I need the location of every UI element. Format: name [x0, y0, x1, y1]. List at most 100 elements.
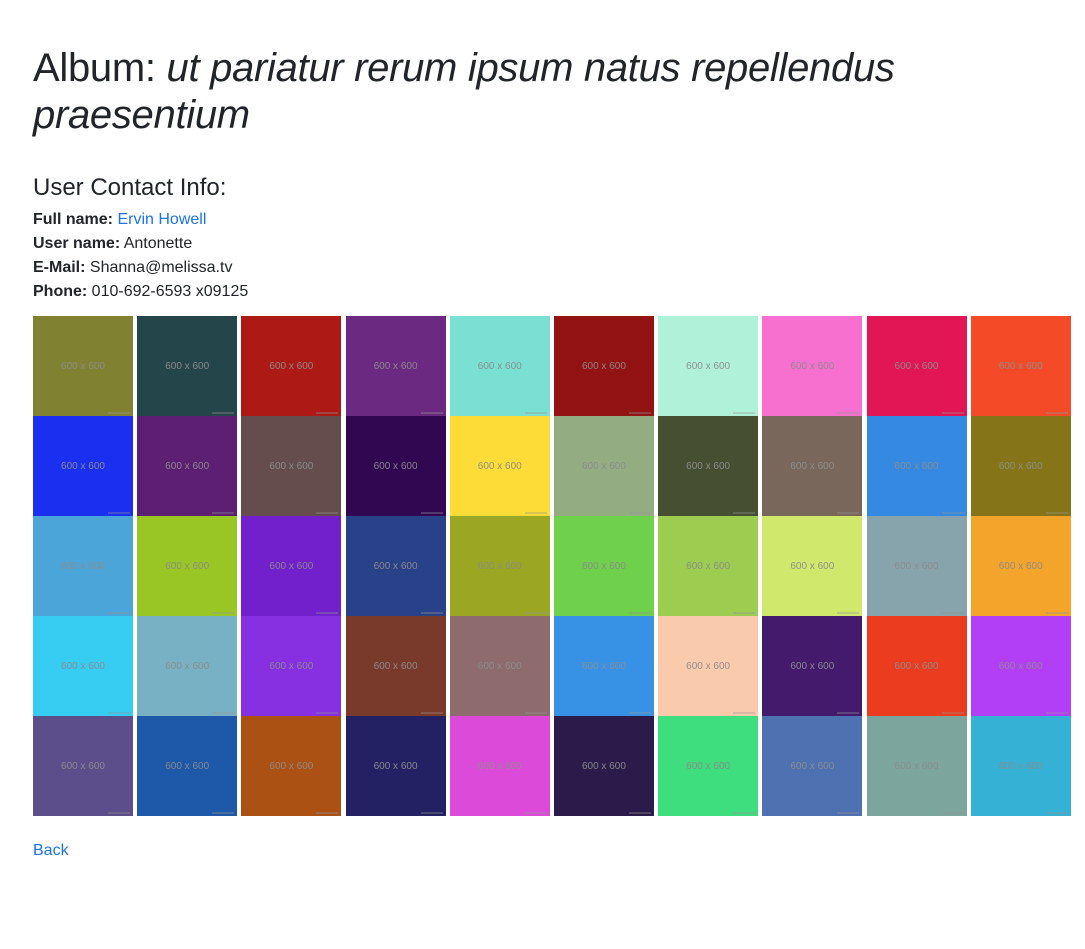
photo-thumbnail[interactable]: 600 x 600 — [866, 516, 967, 616]
back-link[interactable]: Back — [33, 842, 69, 860]
watermark-mark — [628, 612, 651, 614]
photo-thumbnail[interactable]: 600 x 600 — [970, 616, 1071, 716]
photo-thumbnail[interactable]: 600 x 600 — [553, 416, 654, 516]
photo-placeholder-label: 600 x 600 — [165, 560, 210, 572]
photo-thumbnail[interactable]: 600 x 600 — [970, 316, 1071, 416]
photo-thumbnail[interactable]: 600 x 600 — [658, 316, 759, 416]
photo-thumbnail[interactable]: 600 x 600 — [866, 616, 967, 716]
photo-thumbnail[interactable]: 600 x 600 — [137, 716, 238, 816]
photo-placeholder-label: 600 x 600 — [373, 760, 418, 772]
watermark-mark — [628, 712, 651, 714]
photo-placeholder-label: 600 x 600 — [686, 460, 731, 472]
photo-placeholder-label: 600 x 600 — [581, 760, 626, 772]
photo-thumbnail[interactable]: 600 x 600 — [553, 716, 654, 816]
photo-thumbnail[interactable]: 600 x 600 — [33, 716, 133, 816]
photo-thumbnail[interactable]: 600 x 600 — [449, 316, 550, 416]
photo-thumbnail[interactable]: 600 x 600 — [137, 616, 238, 716]
photo-thumbnail[interactable]: 600 x 600 — [762, 516, 863, 616]
photo-thumbnail[interactable]: 600 x 600 — [762, 616, 863, 716]
watermark-mark — [837, 712, 860, 714]
photo-placeholder-label: 600 x 600 — [373, 360, 418, 372]
watermark-mark — [941, 812, 964, 814]
photo-thumbnail[interactable]: 600 x 600 — [970, 716, 1071, 816]
user-name-label: User name: — [33, 235, 121, 252]
photo-placeholder-label: 600 x 600 — [477, 460, 522, 472]
watermark-mark — [420, 812, 443, 814]
watermark-mark — [733, 812, 756, 814]
photo-thumbnail[interactable]: 600 x 600 — [241, 316, 342, 416]
phone-value: 010-692-6593 x09125 — [91, 283, 249, 300]
photo-thumbnail[interactable]: 600 x 600 — [970, 416, 1071, 516]
watermark-mark — [108, 412, 130, 414]
watermark-mark — [108, 712, 130, 714]
full-name-link[interactable]: Ervin Howell — [117, 211, 206, 228]
photo-placeholder-label: 600 x 600 — [894, 760, 939, 772]
photo-placeholder-label: 600 x 600 — [998, 560, 1043, 572]
full-name-row: Full name: Ervin Howell — [33, 208, 1085, 232]
watermark-mark — [524, 612, 547, 614]
photo-placeholder-label: 600 x 600 — [581, 360, 626, 372]
photo-placeholder-label: 600 x 600 — [894, 460, 939, 472]
photo-thumbnail[interactable]: 600 x 600 — [137, 516, 238, 616]
photo-thumbnail[interactable]: 600 x 600 — [866, 316, 967, 416]
photo-placeholder-label: 600 x 600 — [269, 360, 314, 372]
watermark-mark — [941, 412, 964, 414]
user-name-row: User name: Antonette — [33, 232, 1085, 256]
photo-thumbnail[interactable]: 600 x 600 — [241, 616, 342, 716]
watermark-mark — [108, 612, 130, 614]
photo-thumbnail[interactable]: 600 x 600 — [33, 616, 133, 716]
photo-thumbnail[interactable]: 600 x 600 — [33, 416, 133, 516]
photo-thumbnail[interactable]: 600 x 600 — [449, 716, 550, 816]
photo-placeholder-label: 600 x 600 — [477, 760, 522, 772]
watermark-mark — [316, 512, 339, 514]
photo-thumbnail[interactable]: 600 x 600 — [345, 416, 446, 516]
contact-info: Full name: Ervin Howell User name: Anton… — [33, 208, 1085, 304]
photo-thumbnail[interactable]: 600 x 600 — [33, 516, 133, 616]
photo-thumbnail[interactable]: 600 x 600 — [762, 716, 863, 816]
photo-placeholder-label: 600 x 600 — [998, 460, 1043, 472]
photo-thumbnail[interactable]: 600 x 600 — [658, 616, 759, 716]
watermark-mark — [212, 612, 235, 614]
photo-placeholder-label: 600 x 600 — [373, 460, 418, 472]
watermark-mark — [941, 612, 964, 614]
photo-placeholder-label: 600 x 600 — [61, 660, 105, 672]
photo-thumbnail[interactable]: 600 x 600 — [345, 516, 446, 616]
photo-thumbnail[interactable]: 600 x 600 — [33, 316, 133, 416]
photo-placeholder-label: 600 x 600 — [790, 660, 835, 672]
page-container: Album: ut pariatur rerum ipsum natus rep… — [0, 0, 1085, 860]
photo-thumbnail[interactable]: 600 x 600 — [762, 416, 863, 516]
photo-thumbnail[interactable]: 600 x 600 — [241, 416, 342, 516]
photo-placeholder-label: 600 x 600 — [477, 360, 522, 372]
photo-thumbnail[interactable]: 600 x 600 — [658, 516, 759, 616]
photo-thumbnail[interactable]: 600 x 600 — [449, 416, 550, 516]
photo-placeholder-label: 600 x 600 — [269, 660, 314, 672]
photo-thumbnail[interactable]: 600 x 600 — [866, 416, 967, 516]
photo-placeholder-label: 600 x 600 — [686, 760, 731, 772]
photo-thumbnail[interactable]: 600 x 600 — [345, 316, 446, 416]
photo-thumbnail[interactable]: 600 x 600 — [137, 416, 238, 516]
photo-thumbnail[interactable]: 600 x 600 — [449, 516, 550, 616]
photo-placeholder-label: 600 x 600 — [581, 460, 626, 472]
photo-thumbnail[interactable]: 600 x 600 — [762, 316, 863, 416]
photo-thumbnail[interactable]: 600 x 600 — [970, 516, 1071, 616]
watermark-mark — [1045, 512, 1068, 514]
photo-thumbnail[interactable]: 600 x 600 — [658, 416, 759, 516]
photo-thumbnail[interactable]: 600 x 600 — [137, 316, 238, 416]
photo-thumbnail[interactable]: 600 x 600 — [449, 616, 550, 716]
watermark-mark — [420, 512, 443, 514]
photo-thumbnail[interactable]: 600 x 600 — [553, 316, 654, 416]
photo-thumbnail[interactable]: 600 x 600 — [345, 716, 446, 816]
photo-thumbnail[interactable]: 600 x 600 — [241, 516, 342, 616]
photo-thumbnail[interactable]: 600 x 600 — [553, 616, 654, 716]
photo-thumbnail[interactable]: 600 x 600 — [345, 616, 446, 716]
photo-thumbnail[interactable]: 600 x 600 — [553, 516, 654, 616]
photo-thumbnail[interactable]: 600 x 600 — [658, 716, 759, 816]
photo-placeholder-label: 600 x 600 — [998, 660, 1043, 672]
photo-placeholder-label: 600 x 600 — [581, 660, 626, 672]
title-prefix: Album: — [33, 46, 167, 90]
photo-thumbnail[interactable]: 600 x 600 — [241, 716, 342, 816]
watermark-mark — [628, 812, 651, 814]
watermark-mark — [837, 612, 860, 614]
contact-heading: User Contact Info: — [33, 174, 227, 201]
photo-thumbnail[interactable]: 600 x 600 — [866, 716, 967, 816]
